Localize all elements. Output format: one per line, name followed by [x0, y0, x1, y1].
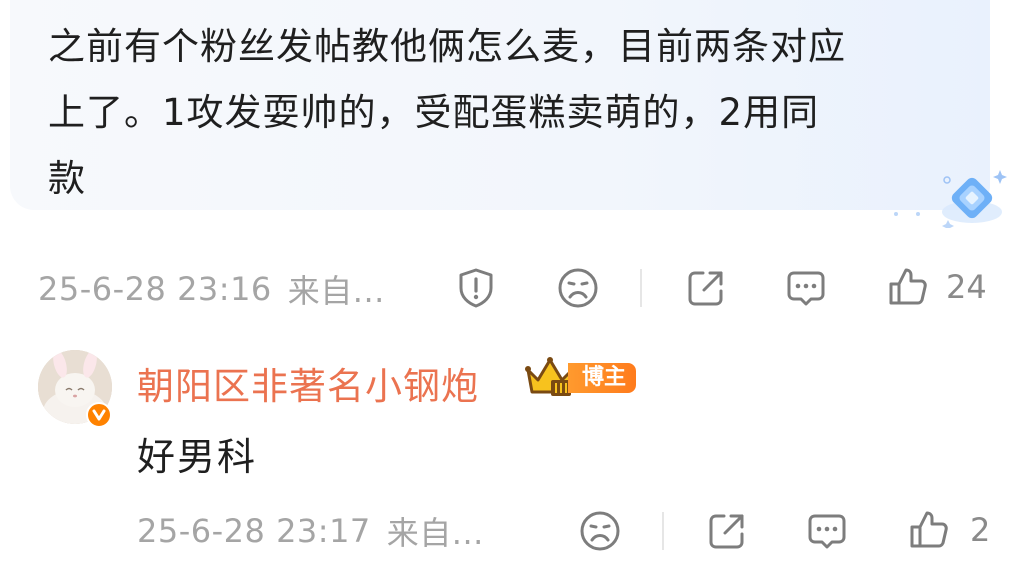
- comment-source[interactable]: 来自...: [288, 266, 385, 312]
- thumbs-up-icon: [889, 268, 927, 305]
- sad-face-icon: [558, 268, 598, 308]
- reply-timestamp: 25-6-28 23:17: [137, 512, 371, 550]
- thumbs-up-icon: [910, 511, 948, 548]
- verified-badge-icon: [86, 402, 112, 428]
- reply-button[interactable]: [782, 266, 830, 310]
- reply-dislike-button[interactable]: [576, 509, 624, 553]
- comment-thread: 之前有个粉丝发帖教他俩怎么麦，目前两条对应 上了。1攻发耍帅的，受配蛋糕卖萌的，…: [0, 0, 1033, 585]
- like-button[interactable]: [884, 264, 932, 310]
- action-divider: [640, 269, 642, 307]
- comment-line-3: 款: [48, 157, 86, 200]
- like-count: 24: [946, 268, 987, 306]
- reply-username[interactable]: 朝阳区非著名小钢炮: [137, 356, 479, 410]
- comment-line-2: 上了。1攻发耍帅的，受配蛋糕卖萌的，2用同: [48, 91, 820, 134]
- report-icon: [459, 268, 493, 308]
- share-icon: [709, 514, 744, 549]
- share-icon: [688, 271, 723, 306]
- comment-meta: 25-6-28 23:16 来自...: [38, 264, 385, 314]
- reply-meta: 25-6-28 23:17 来自...: [137, 506, 484, 556]
- reply-comment-button[interactable]: [803, 509, 851, 553]
- comment-timestamp: 25-6-28 23:16: [38, 270, 272, 308]
- sad-face-icon: [580, 511, 620, 551]
- reply-source[interactable]: 来自...: [387, 508, 484, 554]
- reply-action-divider: [662, 512, 664, 550]
- diamond-sparkle-icon: [894, 170, 1007, 228]
- comment-line-1: 之前有个粉丝发帖教他俩怎么麦，目前两条对应: [48, 25, 846, 68]
- comment-icon: [787, 271, 825, 306]
- dislike-button[interactable]: [554, 266, 602, 310]
- comment-icon: [808, 514, 846, 549]
- reply-like-count: 2: [970, 511, 991, 549]
- share-button[interactable]: [682, 266, 730, 310]
- comment-text[interactable]: 之前有个粉丝发帖教他俩怎么麦，目前两条对应 上了。1攻发耍帅的，受配蛋糕卖萌的，…: [48, 14, 998, 212]
- reply-like-button[interactable]: [905, 507, 953, 553]
- comment-bubble: 之前有个粉丝发帖教他俩怎么麦，目前两条对应 上了。1攻发耍帅的，受配蛋糕卖萌的，…: [10, 0, 990, 210]
- owner-badge: 博主: [568, 363, 637, 393]
- reply-share-button[interactable]: [703, 509, 751, 553]
- reply-text[interactable]: 好男科: [137, 426, 257, 481]
- report-button[interactable]: [452, 266, 500, 310]
